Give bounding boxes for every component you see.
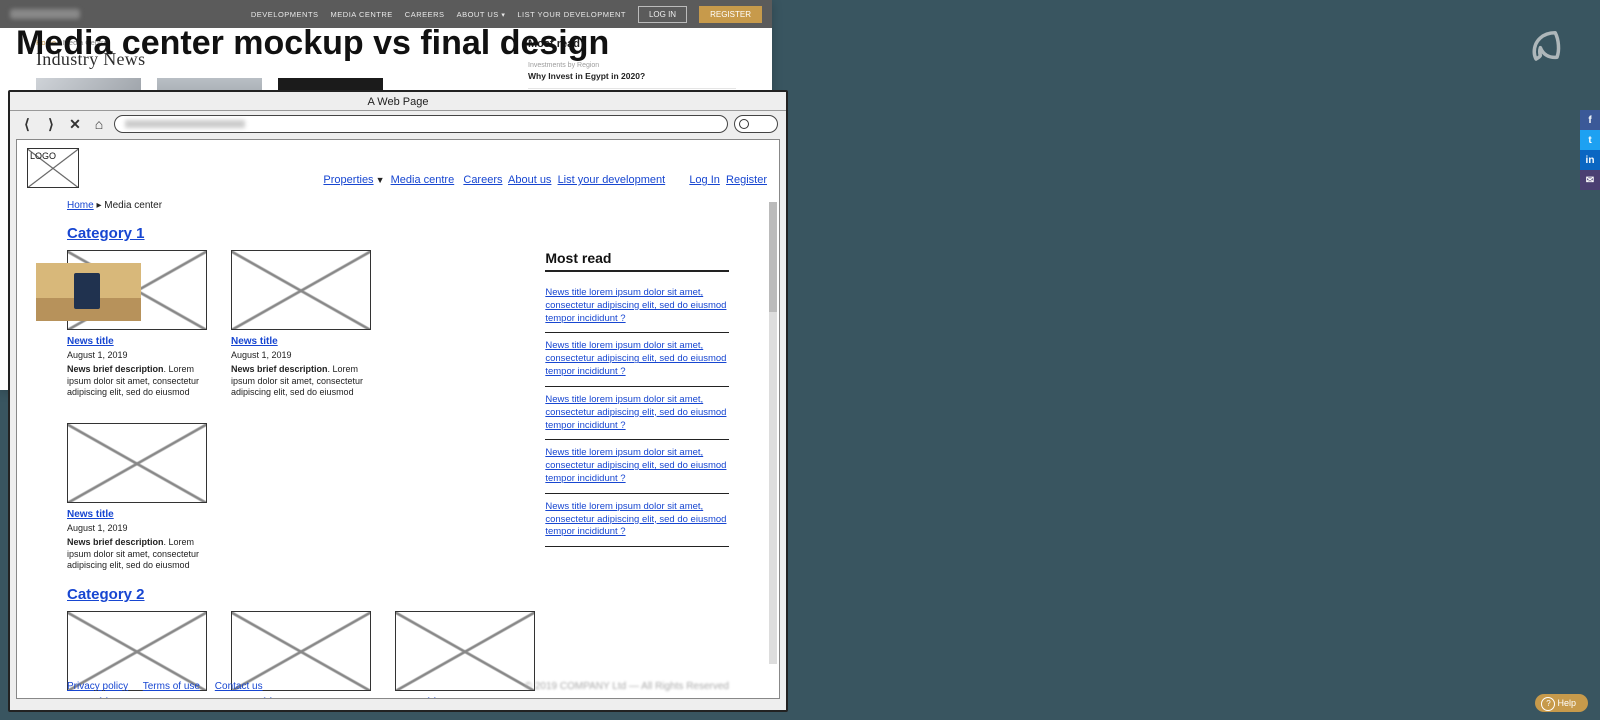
most-read-sidebar: Most read News title lorem ipsum dolor s…: [545, 250, 729, 572]
linkedin-icon[interactable]: in: [1580, 150, 1600, 170]
footer-copyright: © 2019 COMPANY Ltd — All Rights Reserved: [525, 681, 729, 692]
help-button[interactable]: Help: [1535, 694, 1588, 712]
mockup-main-nav: Properties▼ Media centre Careers About u…: [323, 174, 767, 186]
most-read-heading: Most read: [545, 250, 729, 272]
nav-about-us[interactable]: ABOUT US ▾: [457, 10, 506, 19]
nav-properties[interactable]: Properties: [323, 174, 373, 186]
image-placeholder: [67, 423, 207, 503]
forward-icon[interactable]: ⟩: [42, 115, 60, 133]
most-read-item[interactable]: News title lorem ipsum dolor sit amet, c…: [545, 440, 729, 493]
browser-toolbar: ⟨ ⟩ ✕ ⌂: [10, 111, 786, 139]
leaf-logo-icon: [1522, 24, 1564, 71]
search-box[interactable]: [734, 115, 778, 133]
twitter-icon[interactable]: t: [1580, 130, 1600, 150]
page-title: Media center mockup vs final design: [16, 24, 609, 63]
nav-list-dev[interactable]: LIST YOUR DEVELOPMENT: [517, 10, 626, 19]
news-card[interactable]: News titleAugust 1, 2019News brief descr…: [67, 423, 207, 572]
mockup-footer: Privacy policy Terms of use Contact us ©…: [67, 681, 729, 692]
nav-media-centre[interactable]: Media centre: [391, 174, 455, 186]
nav-login[interactable]: Log In: [689, 174, 720, 186]
most-read-item[interactable]: News title lorem ipsum dolor sit amet, c…: [545, 387, 729, 440]
wireframe-mockup-panel: A Web Page ⟨ ⟩ ✕ ⌂ LOGO Properties▼ Medi…: [8, 90, 788, 712]
breadcrumb-home[interactable]: Home: [67, 200, 94, 211]
login-button[interactable]: LOG IN: [638, 6, 687, 23]
nav-careers[interactable]: CAREERS: [405, 10, 445, 19]
facebook-icon[interactable]: f: [1580, 110, 1600, 130]
breadcrumb: Home ▸ Media center: [67, 200, 729, 211]
footer-contact[interactable]: Contact us: [215, 681, 263, 692]
nav-about-us[interactable]: About us: [508, 174, 551, 186]
news-card[interactable]: News titleAugust 1, 2019News brief descr…: [231, 250, 371, 399]
nav-media-centre[interactable]: MEDIA CENTRE: [331, 10, 393, 19]
chevron-down-icon: ▾: [501, 12, 505, 19]
logo-placeholder: LOGO: [27, 148, 79, 188]
social-share-rail: f t in ✉: [1580, 110, 1600, 190]
image-placeholder: [231, 250, 371, 330]
image-placeholder: [231, 611, 371, 691]
stop-icon[interactable]: ✕: [66, 115, 84, 133]
nav-register[interactable]: Register: [726, 174, 767, 186]
image-placeholder: [67, 611, 207, 691]
back-icon[interactable]: ⟨: [18, 115, 36, 133]
register-button[interactable]: REGISTER: [699, 6, 762, 23]
url-bar[interactable]: [114, 115, 728, 133]
brand-logo[interactable]: [10, 9, 80, 19]
email-icon[interactable]: ✉: [1580, 170, 1600, 190]
footer-privacy[interactable]: Privacy policy: [67, 681, 128, 692]
most-read-item[interactable]: News title lorem ipsum dolor sit amet, c…: [545, 494, 729, 547]
nav-list-dev[interactable]: List your development: [558, 174, 666, 186]
image-placeholder: [395, 611, 535, 691]
category-1-heading[interactable]: Category 1: [67, 225, 729, 242]
most-read-item[interactable]: News title lorem ipsum dolor sit amet, c…: [545, 280, 729, 333]
article-image: [36, 263, 141, 321]
footer-terms[interactable]: Terms of use: [143, 681, 200, 692]
home-icon[interactable]: ⌂: [90, 115, 108, 133]
most-read-item[interactable]: News title lorem ipsum dolor sit amet, c…: [545, 333, 729, 386]
nav-careers[interactable]: Careers: [463, 174, 502, 186]
browser-title: A Web Page: [10, 92, 786, 111]
nav-developments[interactable]: DEVELOPMENTS: [251, 10, 319, 19]
category-2-heading[interactable]: Category 2: [67, 586, 729, 603]
